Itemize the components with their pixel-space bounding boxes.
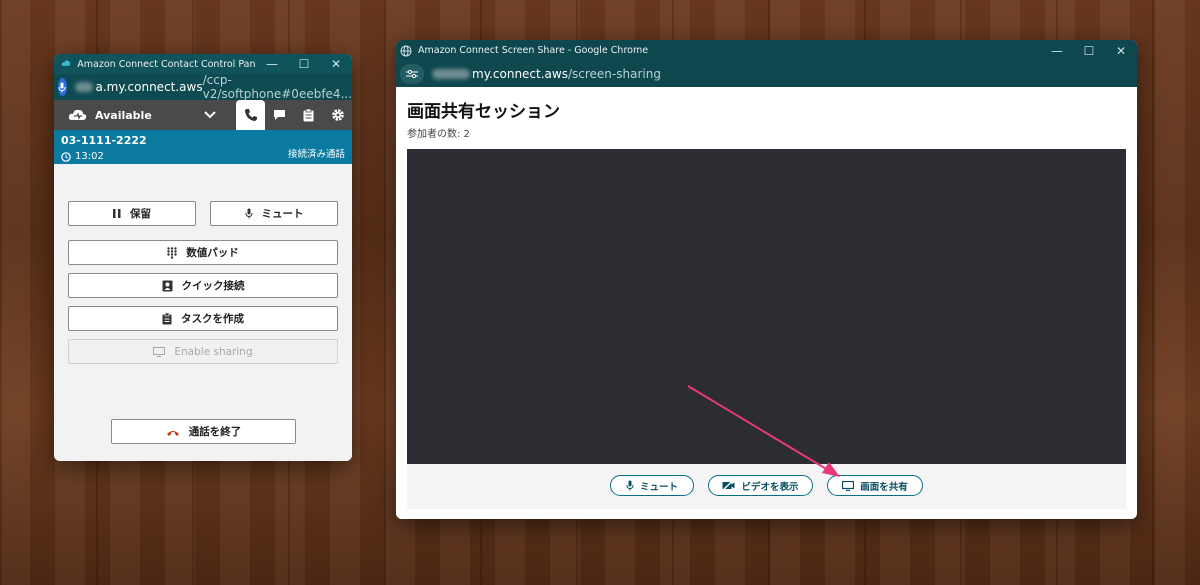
hold-button[interactable]: 保留	[68, 201, 196, 226]
numpad-button-label: 数値パッド	[186, 247, 239, 259]
ccp-url-path: /ccp-v2/softphone#0eebfe4...	[202, 73, 352, 101]
close-icon[interactable]: ✕	[1105, 44, 1137, 58]
mute-button[interactable]: ミュート	[210, 201, 338, 226]
create-task-button-label: タスクを作成	[181, 313, 244, 325]
cloud-status-icon	[68, 109, 87, 120]
create-task-button[interactable]: タスクを作成	[68, 306, 338, 331]
dialpad-icon	[167, 246, 177, 259]
end-call-button-label: 通話を終了	[188, 426, 242, 438]
session-mute-label: ミュート	[639, 481, 678, 493]
enable-sharing-button-label: Enable sharing	[174, 345, 253, 358]
share-screen-button[interactable]: 画面を共有	[827, 475, 923, 496]
close-icon[interactable]: ✕	[320, 57, 352, 71]
participant-count: 参加者の数: 2	[407, 129, 470, 140]
microphone-icon	[245, 208, 252, 219]
chrome-window-title: Amazon Connect Screen Share - Google Chr…	[418, 45, 649, 56]
end-call-button[interactable]: 通話を終了	[111, 419, 296, 444]
chevron-down-icon[interactable]	[204, 111, 216, 119]
hold-button-label: 保留	[130, 208, 151, 220]
call-state-label: 接続済み通話	[287, 149, 345, 160]
redacted-subdomain	[432, 69, 470, 79]
microphone-icon	[626, 480, 634, 491]
call-duration: 13:02	[75, 151, 104, 162]
chrome-url-domain: my.connect.aws	[472, 67, 568, 81]
minimize-icon[interactable]: —	[256, 57, 288, 71]
ccp-window-title: Amazon Connect Contact Control Panel | S…	[77, 58, 256, 70]
mute-button-label: ミュート	[261, 208, 304, 220]
redacted-subdomain	[74, 82, 94, 92]
hang-up-icon	[166, 430, 179, 436]
page-title: 画面共有セッション	[407, 102, 560, 122]
minimize-icon[interactable]: —	[1041, 44, 1073, 58]
quick-connect-button[interactable]: クイック接続	[68, 273, 338, 298]
connect-logo-icon	[61, 60, 71, 66]
clipboard-icon	[162, 312, 172, 324]
microphone-icon[interactable]	[58, 78, 67, 96]
ccp-url-bar: a.my.connect.aws /ccp-v2/softphone#0eebf…	[54, 73, 352, 101]
phone-tab-icon[interactable]	[236, 100, 265, 130]
agent-status-bar[interactable]: Available	[54, 100, 352, 130]
ccp-titlebar[interactable]: Amazon Connect Contact Control Panel | S…	[54, 54, 352, 74]
ccp-window: Amazon Connect Contact Control Panel | S…	[54, 54, 352, 461]
monitor-icon	[842, 480, 855, 491]
chrome-address-bar[interactable]: my.connect.aws /screen-sharing	[396, 61, 1137, 87]
share-screen-label: 画面を共有	[860, 481, 908, 493]
screen-share-window: Amazon Connect Screen Share - Google Chr…	[396, 40, 1137, 519]
clock-icon	[61, 151, 71, 162]
show-video-label: ビデオを表示	[741, 481, 799, 493]
session-controls-bar: ミュート ビデオを表示 画面を共有	[407, 464, 1126, 509]
call-controls-panel: 保留 ミュート 数値パッド クイック接続 タスクを作成 Enable shari…	[54, 164, 352, 461]
numpad-button[interactable]: 数値パッド	[68, 240, 338, 265]
ccp-url-domain: a.my.connect.aws	[95, 80, 203, 94]
show-video-button[interactable]: ビデオを表示	[708, 475, 813, 496]
maximize-icon[interactable]: ☐	[1073, 44, 1105, 58]
screen-share-page: 画面共有セッション 参加者の数: 2 ミュート ビデオを表示 画面を共有	[396, 87, 1137, 519]
active-call-banner: 03-1111-2222 13:02 接続済み通話	[54, 130, 352, 164]
contact-card-icon	[162, 280, 172, 291]
session-mute-button[interactable]: ミュート	[610, 475, 694, 496]
pause-icon	[113, 209, 121, 218]
settings-gear-icon[interactable]	[323, 100, 352, 130]
enable-sharing-button[interactable]: Enable sharing	[68, 339, 338, 364]
shared-screen-video-area	[407, 149, 1126, 464]
video-off-icon	[722, 480, 735, 491]
globe-icon	[400, 45, 412, 56]
agent-status-label: Available	[95, 108, 152, 122]
maximize-icon[interactable]: ☐	[288, 57, 320, 71]
monitor-icon	[153, 346, 166, 357]
quick-connect-button-label: クイック接続	[181, 280, 245, 292]
chrome-url-path: /screen-sharing	[567, 67, 661, 81]
chrome-titlebar[interactable]: Amazon Connect Screen Share - Google Chr…	[396, 40, 1137, 61]
task-tab-icon[interactable]	[294, 100, 323, 130]
site-settings-icon[interactable]	[400, 64, 424, 84]
chat-tab-icon[interactable]	[265, 100, 294, 130]
